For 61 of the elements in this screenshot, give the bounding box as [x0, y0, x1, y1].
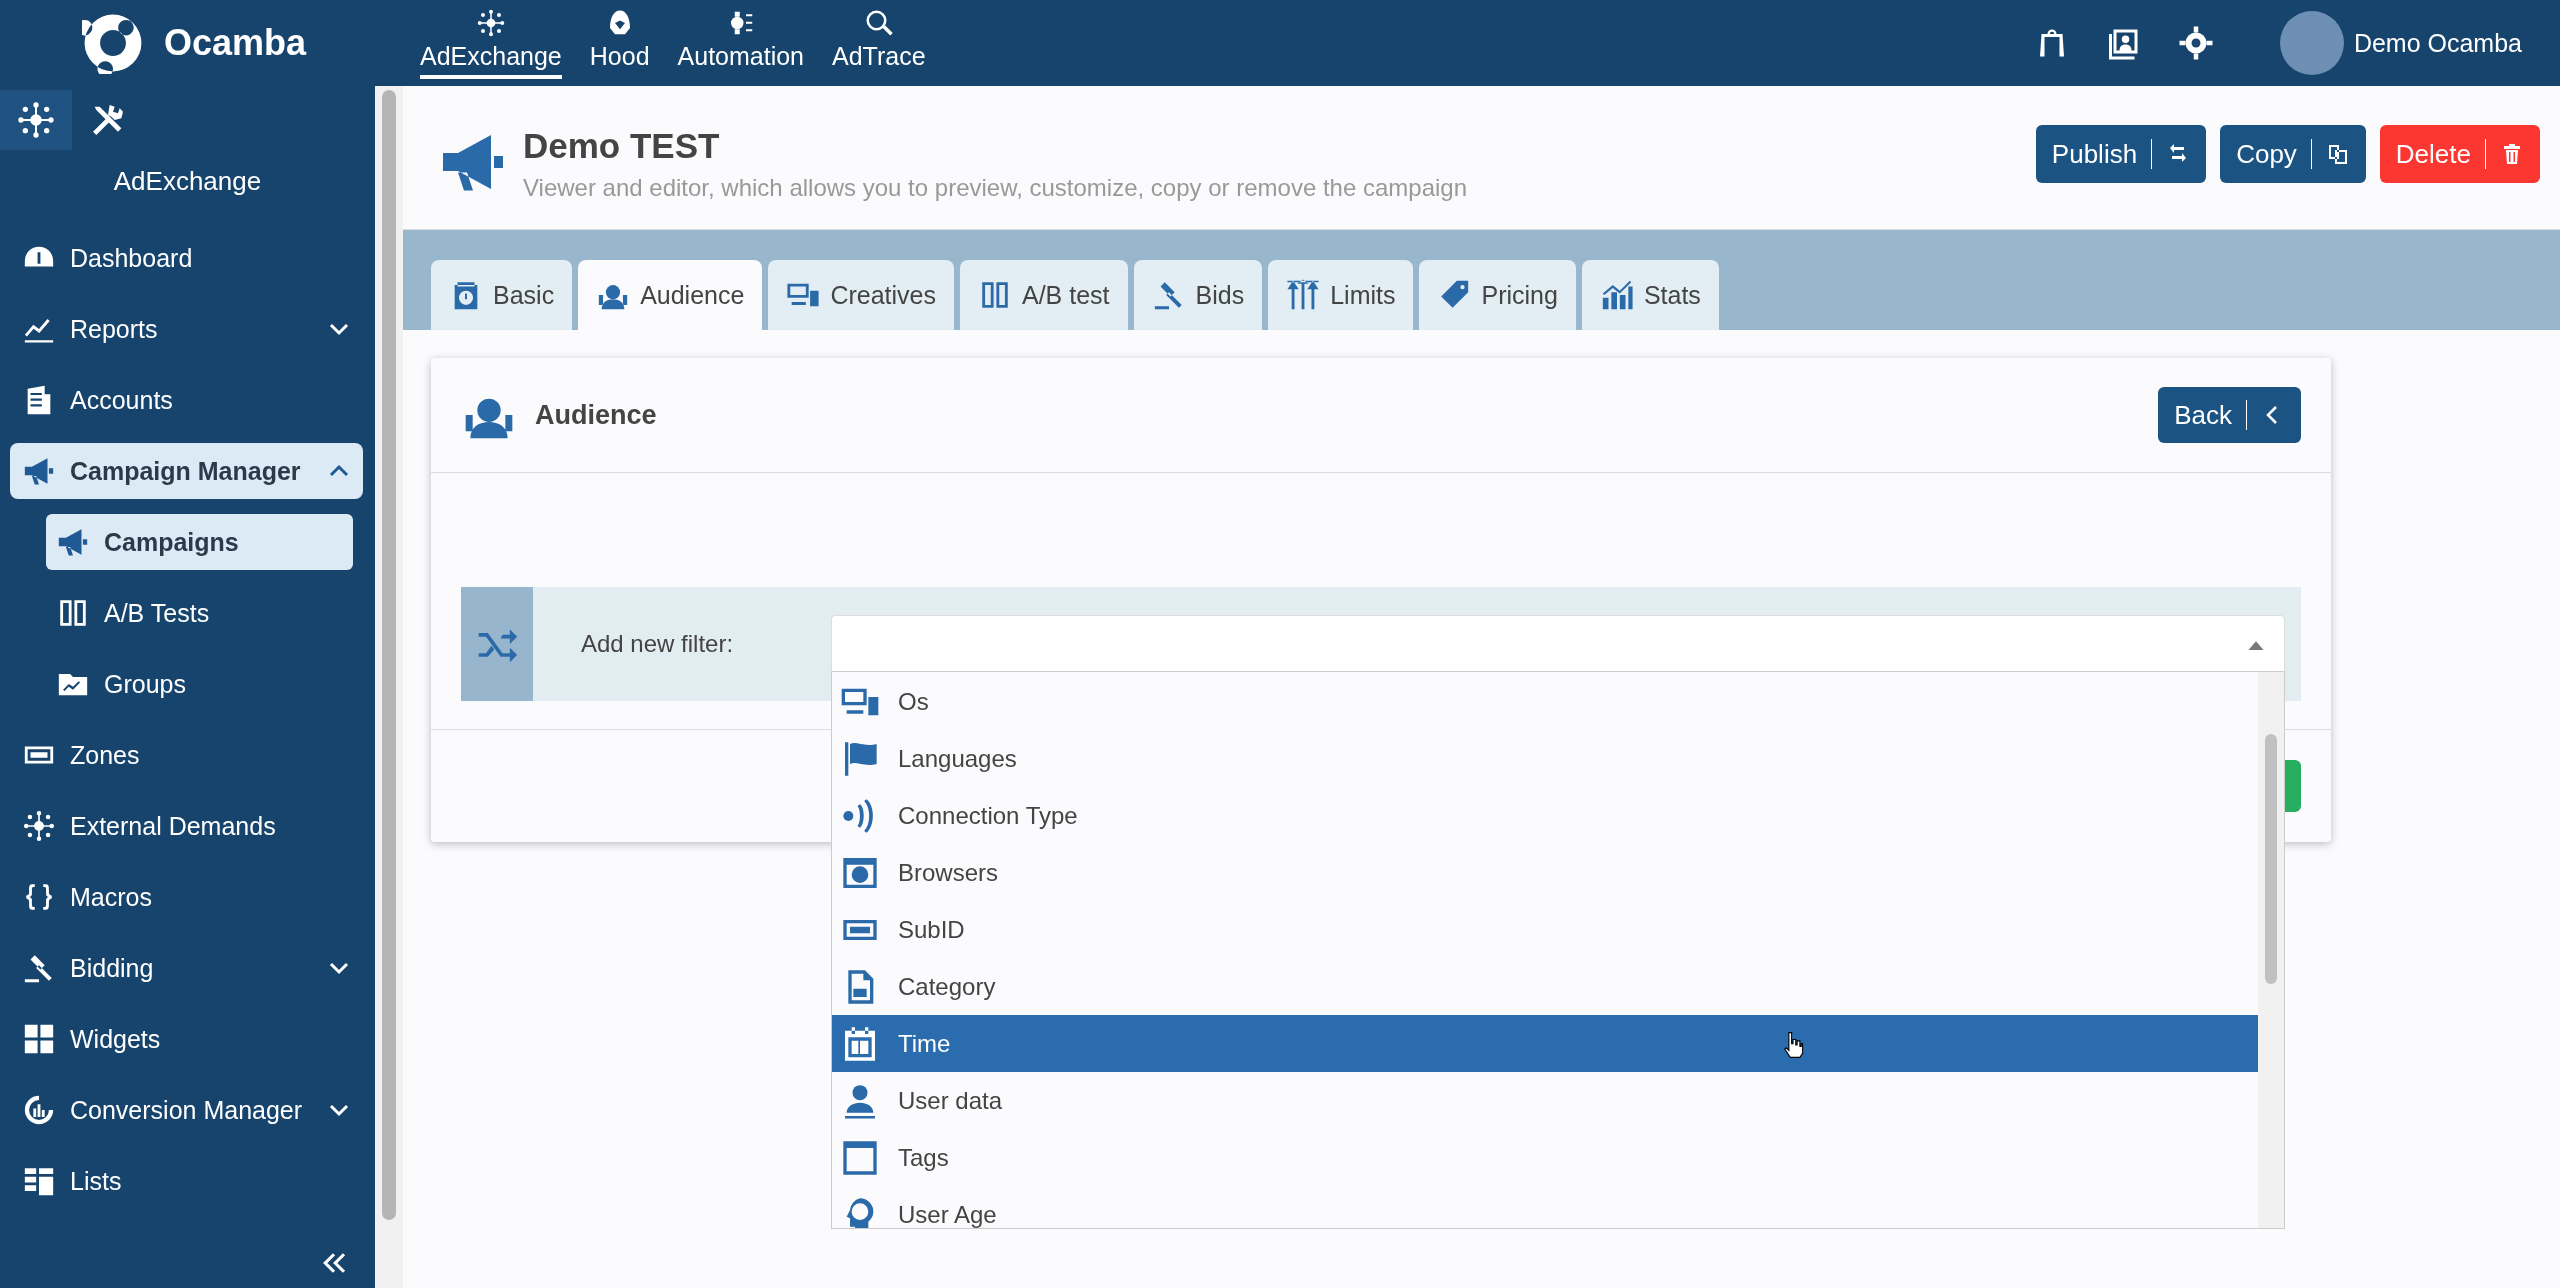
dropdown-option[interactable]: User data	[832, 1072, 2258, 1129]
top-nav-link[interactable]: AdExchange	[420, 7, 562, 79]
dropdown-option[interactable]: Connection Type	[832, 787, 2258, 844]
arrows-up-icon	[1286, 278, 1321, 312]
top-nav-link[interactable]: AdTrace	[832, 7, 926, 79]
module-title: AdExchange	[112, 165, 263, 198]
tab[interactable]: Basic	[431, 260, 573, 330]
user-name[interactable]: Demo Ocamba	[2353, 28, 2522, 58]
tab[interactable]: Pricing	[1419, 260, 1576, 330]
sidebar-subitem[interactable]: Groups	[46, 656, 353, 712]
hand-cursor-icon	[1782, 1031, 1804, 1059]
dropdown-option[interactable]: Browsers	[832, 844, 2258, 901]
brand-name: Ocamba	[164, 22, 307, 64]
back-button[interactable]: Back	[2158, 387, 2301, 443]
sidebar-item[interactable]: Conversion Manager	[10, 1082, 363, 1138]
dropdown-option[interactable]: Tags	[832, 1129, 2258, 1186]
top-nav-link[interactable]: Hood	[589, 7, 650, 79]
filter-label: Add new filter:	[581, 630, 735, 658]
settings-icon[interactable]	[2177, 25, 2214, 61]
tab[interactable]: Bids	[1133, 260, 1263, 330]
tab[interactable]: Stats	[1581, 260, 1719, 330]
sidebar-item[interactable]: Lists	[10, 1153, 363, 1209]
tab[interactable]: Limits	[1268, 260, 1414, 330]
sidebar-subitem[interactable]: A/B Tests	[46, 585, 353, 641]
tab[interactable]: Creatives	[768, 260, 954, 330]
sidebar-item[interactable]: Widgets	[10, 1011, 363, 1067]
dropdown-option[interactable]: Languages	[832, 730, 2258, 787]
page-subtitle: Viewer and editor, which allows you to preview, customize, copy or remove the campaign	[523, 174, 1468, 202]
sidebar-item[interactable]: Accounts	[10, 372, 363, 428]
hub-icon	[475, 7, 506, 38]
module-tab[interactable]	[0, 90, 72, 150]
logo-icon	[82, 12, 144, 74]
action-button[interactable]: Copy	[2220, 125, 2366, 183]
tab[interactable]: Audience	[578, 260, 763, 330]
sidebar-item[interactable]: Zones	[10, 727, 363, 783]
top-nav-link[interactable]: Automation	[677, 7, 804, 79]
dropdown-option[interactable]: User Age	[832, 1186, 2258, 1228]
dropdown-option[interactable]: SubID	[832, 901, 2258, 958]
dropdown-option[interactable]: Category	[832, 958, 2258, 1015]
dropdown-option[interactable]: Time	[832, 1015, 2258, 1072]
page-title: Demo TEST	[523, 126, 721, 166]
sidebar-subitem[interactable]: Campaigns	[46, 514, 353, 570]
dropdown-scrollbar[interactable]	[2258, 672, 2284, 1228]
shuffle-icon	[461, 587, 533, 701]
tab[interactable]: A/B test	[960, 260, 1128, 330]
sidebar-item[interactable]: Macros	[10, 869, 363, 925]
caret-icon	[2248, 640, 2264, 650]
grid-icon	[22, 1022, 56, 1056]
sidebar-item[interactable]: External Demands	[10, 798, 363, 854]
hub-icon	[16, 100, 56, 140]
action-button[interactable]: Publish	[2035, 125, 2207, 183]
dropdown-option[interactable]: Os	[832, 673, 2258, 730]
sidebar-item[interactable]: Bidding	[10, 940, 363, 996]
sidebar-item[interactable]: Reports	[10, 301, 363, 357]
hub-icon	[22, 809, 56, 843]
sidebar-item[interactable]: Campaign Manager	[10, 443, 363, 499]
action-button[interactable]: Delete	[2379, 125, 2540, 183]
scrollbar[interactable]	[375, 86, 403, 1288]
card-title: Audience	[535, 399, 657, 431]
cycle-chart-icon	[22, 1093, 56, 1127]
sidebar-item[interactable]: Dashboard	[10, 230, 363, 286]
